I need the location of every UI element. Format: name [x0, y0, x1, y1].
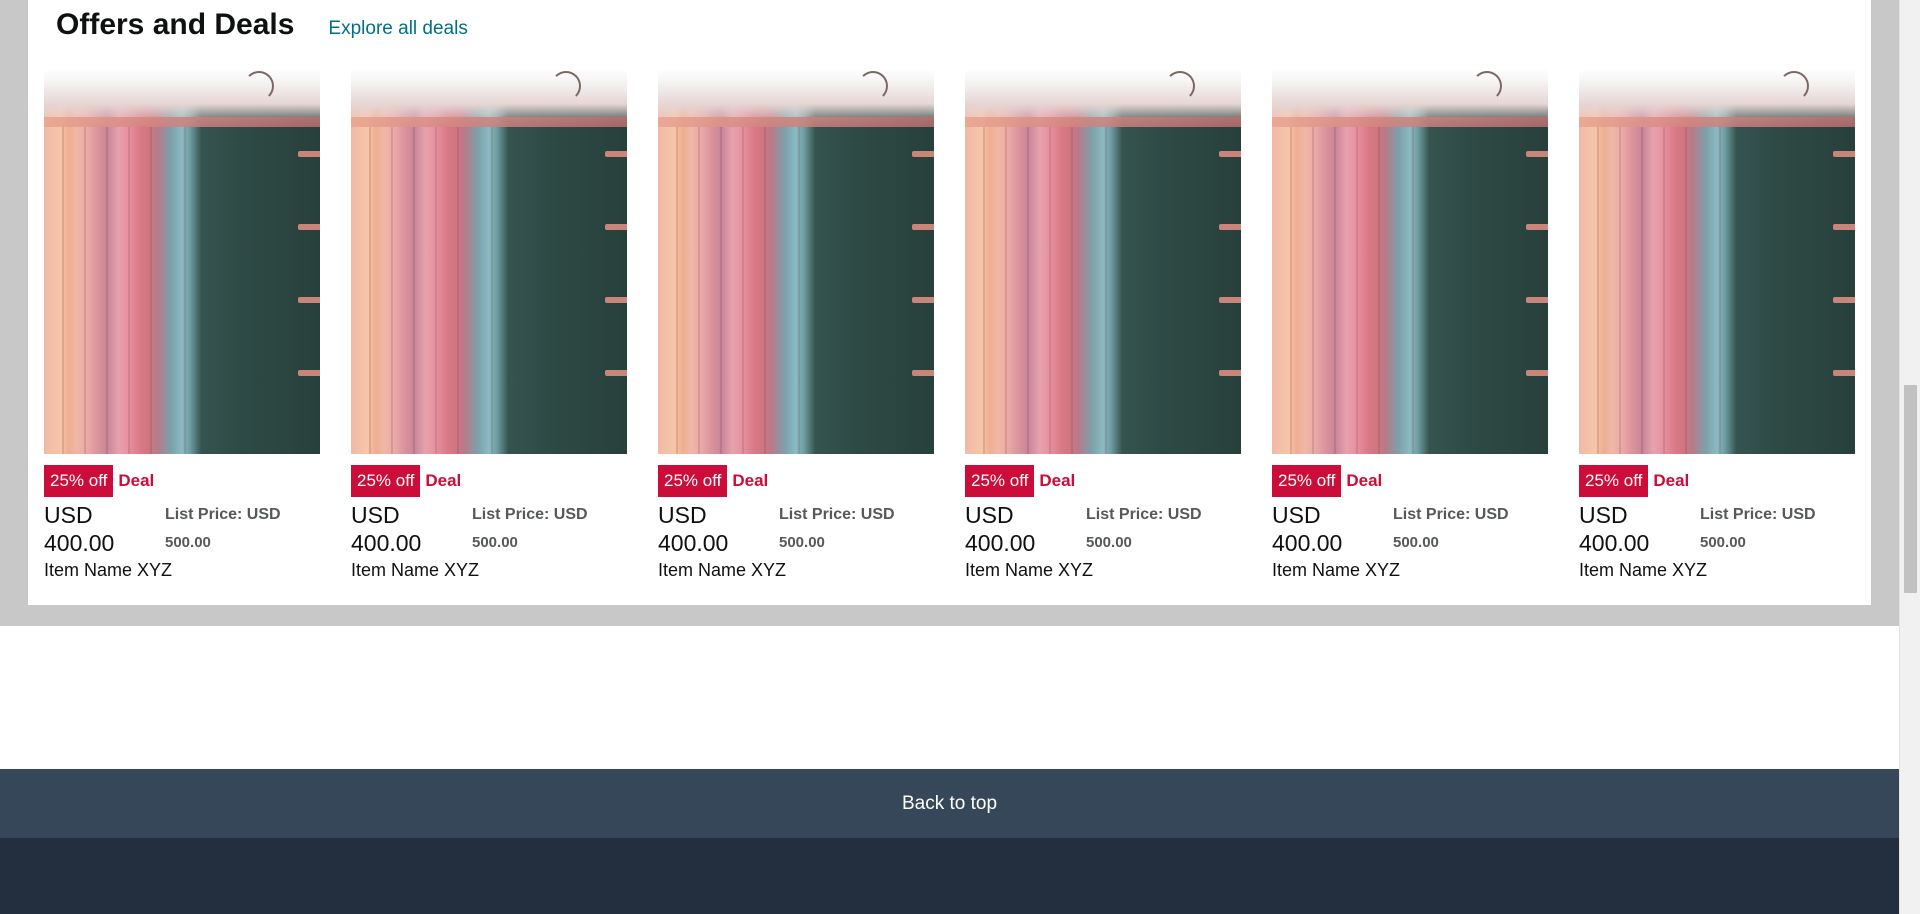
deal-badge-row: 25% off Deal	[1272, 465, 1548, 497]
back-to-top-button[interactable]: Back to top	[0, 769, 1899, 838]
price-block: USD 400.00 List Price: USD 500.00	[351, 501, 627, 557]
price-currency: USD	[44, 502, 93, 528]
list-price-label: List Price: USD	[1700, 506, 1816, 523]
list-price-label: List Price: USD	[165, 506, 281, 523]
deal-badge-row: 25% off Deal	[1579, 465, 1855, 497]
item-name[interactable]: Item Name XYZ	[658, 560, 934, 581]
price-amount: 400.00	[44, 530, 115, 556]
list-price: List Price: USD 500.00	[1393, 501, 1509, 557]
list-price-label: List Price: USD	[1393, 506, 1509, 523]
offers-and-deals-card: Offers and Deals Explore all deals 25% o…	[28, 0, 1871, 605]
product-card[interactable]: 25% off Deal USD 400.00 List Price: USD …	[965, 69, 1241, 581]
price-currency: USD	[658, 502, 707, 528]
deal-badge-row: 25% off Deal	[965, 465, 1241, 497]
price-block: USD 400.00 List Price: USD 500.00	[658, 501, 934, 557]
discount-badge: 25% off	[658, 465, 728, 497]
list-price: List Price: USD 500.00	[165, 501, 281, 557]
discount-badge: 25% off	[351, 465, 421, 497]
deal-label: Deal	[1653, 471, 1690, 490]
price-currency: USD	[1272, 502, 1321, 528]
discount-badge: 25% off	[1272, 465, 1342, 497]
discount-badge: 25% off	[965, 465, 1035, 497]
price-amount: 400.00	[1579, 530, 1650, 556]
item-name[interactable]: Item Name XYZ	[351, 560, 627, 581]
deals-header: Offers and Deals Explore all deals	[56, 8, 468, 42]
list-price: List Price: USD 500.00	[1086, 501, 1202, 557]
list-price-value: 500.00	[1086, 534, 1132, 551]
price-block: USD 400.00 List Price: USD 500.00	[965, 501, 1241, 557]
price-amount: 400.00	[965, 530, 1036, 556]
deal-label: Deal	[1346, 471, 1383, 490]
product-image[interactable]	[965, 69, 1241, 454]
product-card[interactable]: 25% off Deal USD 400.00 List Price: USD …	[1272, 69, 1548, 581]
item-name[interactable]: Item Name XYZ	[1272, 560, 1548, 581]
price-currency: USD	[965, 502, 1014, 528]
footer	[0, 838, 1899, 914]
deal-badge-row: 25% off Deal	[44, 465, 320, 497]
item-name[interactable]: Item Name XYZ	[1579, 560, 1855, 581]
list-price: List Price: USD 500.00	[472, 501, 588, 557]
price-amount: 400.00	[1272, 530, 1343, 556]
page: Offers and Deals Explore all deals 25% o…	[0, 0, 1899, 914]
deal-label: Deal	[118, 471, 155, 490]
product-card[interactable]: 25% off Deal USD 400.00 List Price: USD …	[44, 69, 320, 581]
price-amount: 400.00	[351, 530, 422, 556]
explore-all-deals-link[interactable]: Explore all deals	[328, 18, 467, 40]
item-name[interactable]: Item Name XYZ	[44, 560, 320, 581]
list-price: List Price: USD 500.00	[779, 501, 895, 557]
product-image[interactable]	[1272, 69, 1548, 454]
list-price-value: 500.00	[779, 534, 825, 551]
product-image[interactable]	[351, 69, 627, 454]
price-block: USD 400.00 List Price: USD 500.00	[1579, 501, 1855, 557]
list-price-label: List Price: USD	[1086, 506, 1202, 523]
deals-title: Offers and Deals	[56, 8, 295, 41]
deal-price: USD 400.00	[44, 501, 165, 557]
product-image[interactable]	[1579, 69, 1855, 454]
item-name[interactable]: Item Name XYZ	[965, 560, 1241, 581]
price-amount: 400.00	[658, 530, 729, 556]
list-price-value: 500.00	[165, 534, 211, 551]
list-price-value: 500.00	[472, 534, 518, 551]
list-price-value: 500.00	[1393, 534, 1439, 551]
deal-label: Deal	[425, 471, 462, 490]
product-card[interactable]: 25% off Deal USD 400.00 List Price: USD …	[351, 69, 627, 581]
deal-badge-row: 25% off Deal	[658, 465, 934, 497]
product-carousel: 25% off Deal USD 400.00 List Price: USD …	[44, 69, 1855, 581]
list-price-label: List Price: USD	[779, 506, 895, 523]
deal-label: Deal	[1039, 471, 1076, 490]
product-card[interactable]: 25% off Deal USD 400.00 List Price: USD …	[658, 69, 934, 581]
discount-badge: 25% off	[44, 465, 114, 497]
deal-price: USD 400.00	[1272, 501, 1393, 557]
product-card[interactable]: 25% off Deal USD 400.00 List Price: USD …	[1579, 69, 1855, 581]
deal-price: USD 400.00	[1579, 501, 1700, 557]
price-currency: USD	[1579, 502, 1628, 528]
list-price-value: 500.00	[1700, 534, 1746, 551]
price-block: USD 400.00 List Price: USD 500.00	[1272, 501, 1548, 557]
deal-label: Deal	[732, 471, 769, 490]
list-price: List Price: USD 500.00	[1700, 501, 1816, 557]
vertical-scrollbar[interactable]	[1899, 0, 1920, 914]
price-block: USD 400.00 List Price: USD 500.00	[44, 501, 320, 557]
discount-badge: 25% off	[1579, 465, 1649, 497]
product-image[interactable]	[44, 69, 320, 454]
price-currency: USD	[351, 502, 400, 528]
product-image[interactable]	[658, 69, 934, 454]
deal-price: USD 400.00	[351, 501, 472, 557]
deal-price: USD 400.00	[965, 501, 1086, 557]
deal-badge-row: 25% off Deal	[351, 465, 627, 497]
deal-price: USD 400.00	[658, 501, 779, 557]
scrollbar-thumb[interactable]	[1904, 385, 1917, 593]
list-price-label: List Price: USD	[472, 506, 588, 523]
